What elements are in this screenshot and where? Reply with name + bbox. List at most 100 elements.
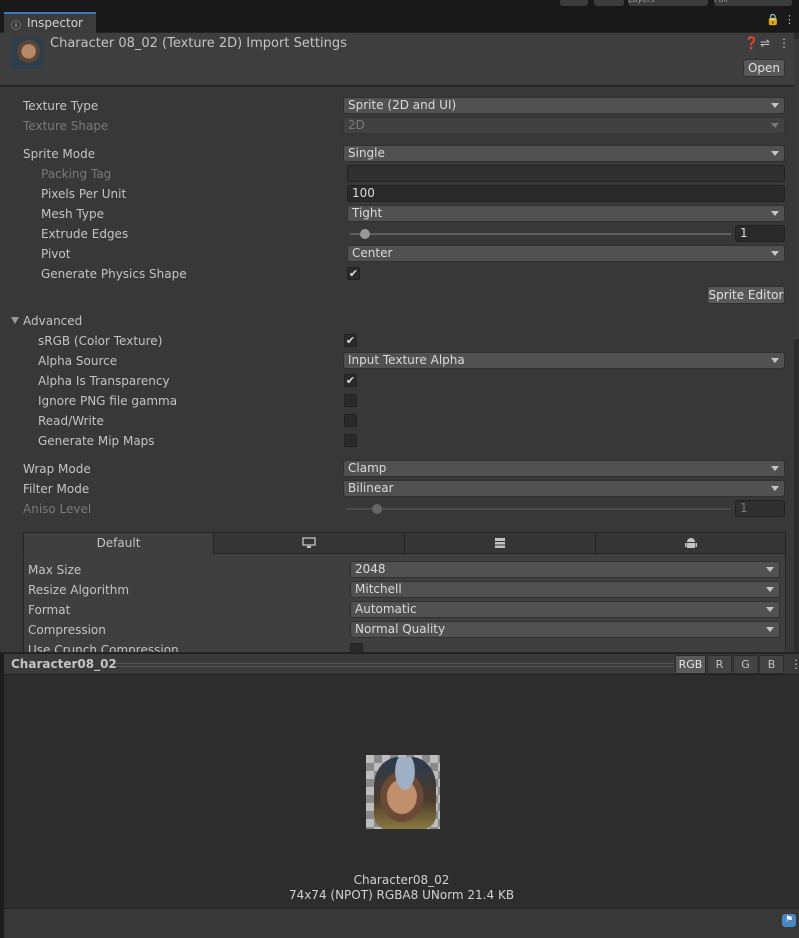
- pivot-dropdown[interactable]: Center: [347, 245, 785, 262]
- packing-tag-label: Packing Tag: [41, 167, 111, 181]
- foldout-arrow-icon: [11, 317, 19, 324]
- channel-b-button[interactable]: B: [759, 655, 784, 674]
- scrollbar-thumb[interactable]: [794, 39, 799, 339]
- channel-rgb-button[interactable]: RGB: [675, 655, 706, 674]
- channel-r-button[interactable]: R: [707, 655, 732, 674]
- page-title: Character 08_02 (Texture 2D) Import Sett…: [50, 36, 347, 51]
- max-size-dropdown[interactable]: 2048: [350, 561, 780, 578]
- tab-standalone[interactable]: [213, 532, 405, 554]
- srgb-label: sRGB (Color Texture): [38, 334, 162, 348]
- read-write-checkbox[interactable]: [344, 414, 357, 427]
- help-icon[interactable]: ❓: [744, 36, 759, 50]
- max-size-value: 2048: [355, 562, 386, 576]
- ignore-png-gamma-checkbox[interactable]: [344, 394, 357, 407]
- chevron-down-icon: [771, 251, 779, 256]
- lock-icon[interactable]: 🔒: [766, 13, 780, 26]
- chevron-down-icon: [771, 486, 779, 491]
- preset-icon[interactable]: ⇌: [760, 36, 770, 50]
- tab-inspector[interactable]: ⓘ Inspector: [4, 12, 96, 33]
- texture-shape-dropdown: 2D: [343, 117, 785, 134]
- resize-algorithm-dropdown[interactable]: Mitchell: [350, 581, 780, 598]
- generate-physics-shape-label: Generate Physics Shape: [41, 267, 187, 281]
- texture-shape-label: Texture Shape: [23, 119, 108, 133]
- channel-g-button[interactable]: G: [733, 655, 758, 674]
- inspector-header: Character 08_02 (Texture 2D) Import Sett…: [0, 33, 799, 86]
- tab-menu-icon[interactable]: ⋮: [784, 13, 795, 26]
- sprite-mode-value: Single: [348, 146, 385, 160]
- resize-algorithm-value: Mitchell: [355, 582, 402, 596]
- max-size-label: Max Size: [28, 563, 81, 577]
- pixels-per-unit-label: Pixels Per Unit: [41, 187, 126, 201]
- import-settings-panel: Texture Type Sprite (2D and UI) Texture …: [0, 87, 794, 652]
- extrude-edges-slider-knob[interactable]: [360, 229, 370, 239]
- open-button[interactable]: Open: [743, 59, 785, 77]
- tab-server[interactable]: [404, 532, 596, 554]
- layout-dropdown[interactable]: Full: [714, 0, 792, 6]
- preview-header: Character08_02 RGB R G B ⋮: [4, 653, 799, 675]
- preview-title: Character08_02: [11, 657, 117, 671]
- filter-mode-label: Filter Mode: [23, 482, 89, 496]
- preview-menu-icon[interactable]: ⋮: [790, 657, 799, 671]
- srgb-checkbox[interactable]: ✔: [344, 334, 357, 347]
- preview-caption-name: Character08_02: [4, 873, 799, 887]
- tag-icon[interactable]: ⚑: [782, 914, 796, 927]
- texture-shape-value: 2D: [348, 118, 365, 132]
- texture-thumbnail: [11, 37, 43, 69]
- history-button[interactable]: [560, 0, 588, 6]
- tab-default[interactable]: Default: [23, 532, 214, 554]
- aniso-level-slider-knob: [372, 504, 382, 514]
- alpha-source-value: Input Texture Alpha: [348, 353, 465, 367]
- preview-caption-info: 74x74 (NPOT) RGBA8 UNorm 21.4 KB: [4, 888, 799, 902]
- extrude-edges-slider[interactable]: [350, 233, 731, 235]
- filter-mode-value: Bilinear: [348, 481, 394, 495]
- wrap-mode-dropdown[interactable]: Clamp: [343, 460, 785, 477]
- compression-value: Normal Quality: [355, 622, 445, 636]
- packing-tag-field: [347, 165, 785, 182]
- aniso-level-label: Aniso Level: [23, 502, 91, 516]
- character-portrait: [374, 757, 436, 829]
- chevron-down-icon: [771, 211, 779, 216]
- format-value: Automatic: [355, 602, 417, 616]
- aniso-level-field: 1: [735, 500, 785, 517]
- pivot-label: Pivot: [41, 247, 70, 261]
- pixels-per-unit-field[interactable]: 100: [347, 185, 785, 202]
- use-crunch-label: Use Crunch Compression: [28, 643, 179, 652]
- alpha-is-transparency-label: Alpha Is Transparency: [38, 374, 170, 388]
- texture-type-value: Sprite (2D and UI): [348, 98, 456, 112]
- format-dropdown[interactable]: Automatic: [350, 601, 780, 618]
- pivot-value: Center: [352, 246, 392, 260]
- aniso-level-slider: [346, 508, 731, 510]
- chevron-down-icon: [771, 103, 779, 108]
- advanced-foldout[interactable]: Advanced: [11, 314, 82, 328]
- texture-type-dropdown[interactable]: Sprite (2D and UI): [343, 97, 785, 114]
- alpha-source-dropdown[interactable]: Input Texture Alpha: [343, 352, 785, 369]
- android-icon: [685, 537, 697, 550]
- ignore-png-gamma-label: Ignore PNG file gamma: [38, 394, 177, 408]
- tab-android[interactable]: [595, 532, 786, 554]
- filter-mode-dropdown[interactable]: Bilinear: [343, 480, 785, 497]
- generate-mip-maps-checkbox[interactable]: [344, 434, 357, 447]
- layers-dropdown[interactable]: Layers: [628, 0, 708, 6]
- search-button[interactable]: [594, 0, 624, 6]
- preview-drag-handle[interactable]: [116, 663, 674, 667]
- alpha-is-transparency-checkbox[interactable]: ✔: [344, 374, 357, 387]
- use-crunch-checkbox[interactable]: [350, 643, 363, 652]
- generate-physics-shape-checkbox[interactable]: ✔: [347, 267, 360, 280]
- server-icon: [494, 537, 506, 549]
- mesh-type-label: Mesh Type: [41, 207, 104, 221]
- more-icon[interactable]: ⋮: [778, 36, 790, 50]
- generate-mip-maps-label: Generate Mip Maps: [38, 434, 155, 448]
- chevron-down-icon: [766, 587, 774, 592]
- tab-inspector-label: Inspector: [14, 16, 83, 30]
- sprite-editor-button[interactable]: Sprite Editor: [707, 286, 785, 304]
- alpha-source-label: Alpha Source: [38, 354, 117, 368]
- read-write-label: Read/Write: [38, 414, 104, 428]
- mesh-type-dropdown[interactable]: Tight: [347, 205, 785, 222]
- extrude-edges-field[interactable]: 1: [735, 225, 785, 242]
- compression-label: Compression: [28, 623, 106, 637]
- top-toolbar-strip: Layers Full: [0, 0, 799, 12]
- compression-dropdown[interactable]: Normal Quality: [350, 621, 780, 638]
- inspector-scrollbar[interactable]: [794, 33, 799, 653]
- platform-settings: Max Size 2048 Resize Algorithm Mitchell …: [23, 554, 786, 652]
- sprite-mode-dropdown[interactable]: Single: [343, 145, 785, 162]
